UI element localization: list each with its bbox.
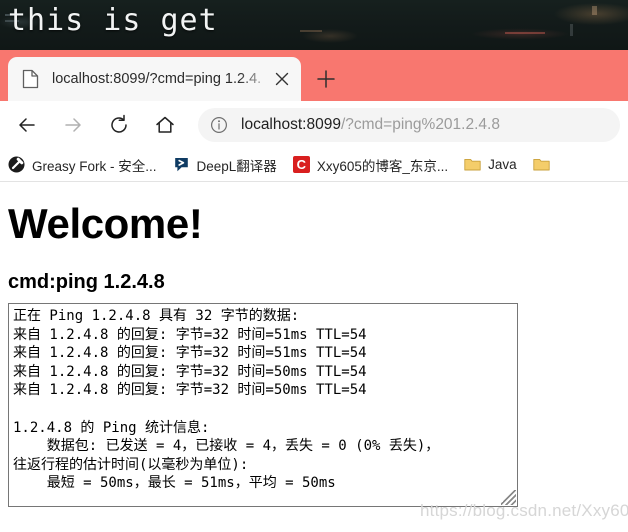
bookmark-csdn-blog[interactable]: C Xxy605的博客_东京... [292,155,449,175]
page-viewport: Welcome! cmd:ping 1.2.4.8 正在 Ping 1.2.4.… [0,182,628,532]
bookmark-greasy-fork[interactable]: Greasy Fork - 安全... [8,155,157,175]
home-button[interactable] [146,106,184,144]
folder-icon [532,156,550,173]
info-icon[interactable] [210,116,228,134]
page-icon [22,69,39,89]
wallpaper-speck [570,24,573,36]
reload-button[interactable] [100,106,138,144]
screen: this is get localhost:8099/?cmd=ping 1.2… [0,0,628,532]
bookmark-label: Java [488,157,517,172]
ping-output-text: 正在 Ping 1.2.4.8 具有 32 字节的数据: 来自 1.2.4.8 … [13,308,440,492]
address-bar[interactable]: localhost:8099/?cmd=ping%201.2.4.8 [198,107,620,142]
tab-title: localhost:8099/?cmd=ping 1.2.4. [52,71,262,87]
address-bar-path: /?cmd=ping%201.2.4.8 [340,115,500,133]
greasyfork-icon [8,156,25,173]
browser-toolbar: localhost:8099/?cmd=ping%201.2.4.8 [0,101,628,148]
bookmark-folder-overflow[interactable] [532,156,557,173]
browser-window: localhost:8099/?cmd=ping 1.2.4. localhos… [0,50,628,532]
back-button[interactable] [8,106,46,144]
bookmark-deepl[interactable]: DeepL翻译器 [173,155,277,175]
csdn-icon-letter: C [296,157,306,172]
bookmark-folder-java[interactable]: Java [464,156,517,173]
desktop-background: this is get [0,0,628,50]
desktop-text: this is get [8,3,218,38]
bookmark-label: Greasy Fork - 安全... [32,158,157,174]
command-echo: cmd:ping 1.2.4.8 [8,271,165,293]
wallpaper-speck [505,32,545,34]
folder-icon [464,156,481,173]
tab-strip: localhost:8099/?cmd=ping 1.2.4. [0,50,628,101]
csdn-icon: C [292,156,310,173]
ping-output-textarea[interactable]: 正在 Ping 1.2.4.8 具有 32 字节的数据: 来自 1.2.4.8 … [8,303,518,507]
address-bar-url: localhost:8099/?cmd=ping%201.2.4.8 [241,116,500,134]
wallpaper-speck [300,30,322,32]
watermark: https://blog.csdn.net/Xxy605 [420,501,628,520]
wallpaper-speck [592,6,597,15]
bookmark-label: Xxy605的博客_东京... [316,158,449,174]
bookmark-label: DeepL翻译器 [196,158,277,174]
close-icon[interactable] [269,66,295,92]
bookmarks-bar: Greasy Fork - 安全... DeepL翻译器 C Xxy605的博客… [0,148,628,182]
page-title: Welcome! [8,200,203,247]
forward-button[interactable] [54,106,92,144]
address-bar-host: localhost:8099 [241,115,341,133]
deepl-icon [173,156,190,173]
new-tab-button[interactable] [310,63,342,95]
browser-tab-active[interactable]: localhost:8099/?cmd=ping 1.2.4. [8,57,301,101]
